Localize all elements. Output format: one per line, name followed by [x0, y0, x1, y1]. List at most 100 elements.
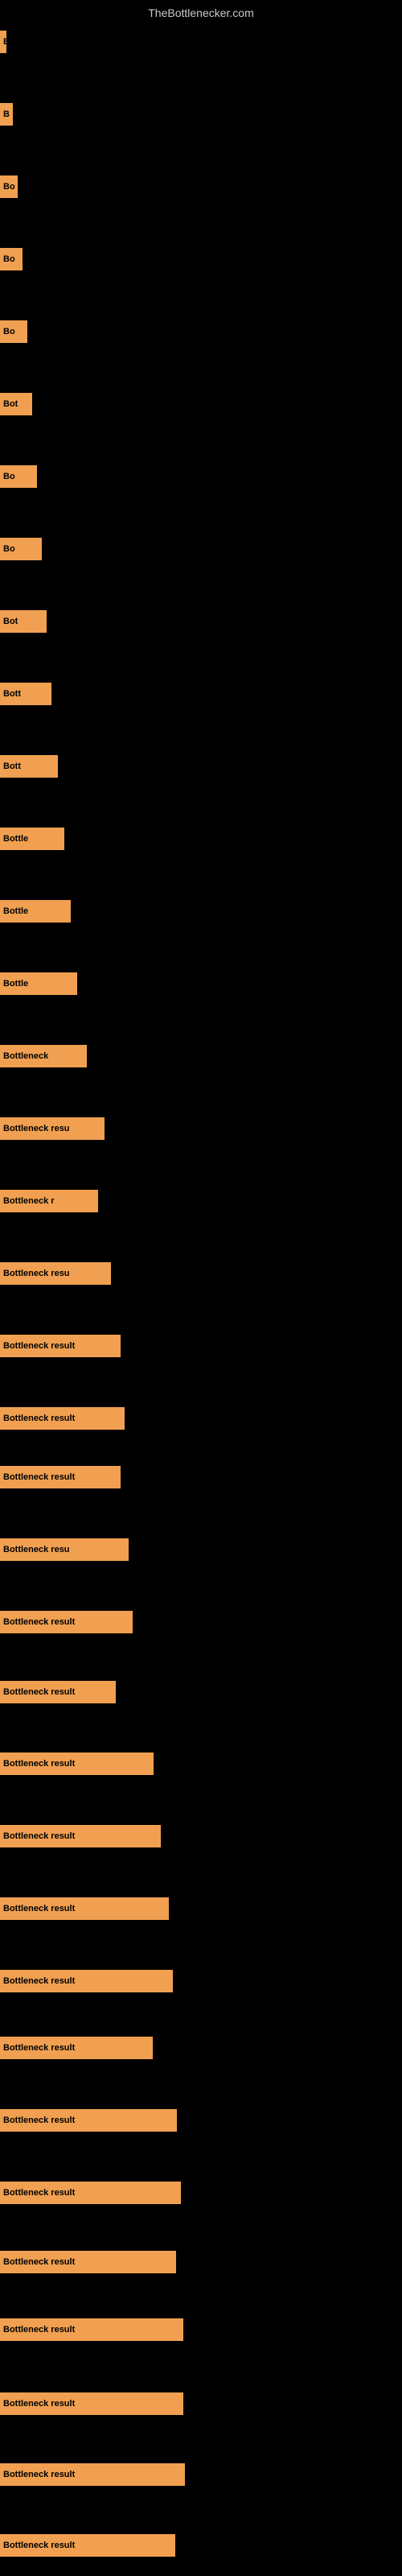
bar-fill-1: B — [0, 103, 13, 126]
bar-fill-8: Bot — [0, 610, 47, 633]
bar-label-18: Bottleneck result — [3, 1341, 75, 1351]
bar-row-28: Bottleneck result — [0, 2037, 153, 2059]
bar-row-21: Bottleneck resu — [0, 1538, 129, 1561]
bar-row-23: Bottleneck result — [0, 1681, 116, 1703]
bar-fill-11: Bottle — [0, 828, 64, 850]
bar-fill-7: Bo — [0, 538, 42, 560]
bar-fill-27: Bottleneck result — [0, 1970, 173, 1992]
bar-label-2: Bo — [3, 182, 15, 192]
bar-fill-4: Bo — [0, 320, 27, 343]
bar-fill-18: Bottleneck result — [0, 1335, 121, 1357]
bar-label-17: Bottleneck resu — [3, 1269, 70, 1278]
bar-row-3: Bo — [0, 248, 23, 270]
bar-fill-23: Bottleneck result — [0, 1681, 116, 1703]
bar-label-13: Bottle — [3, 979, 28, 989]
bar-fill-26: Bottleneck result — [0, 1897, 169, 1920]
bar-row-2: Bo — [0, 175, 18, 198]
bar-label-34: Bottleneck result — [3, 2470, 75, 2479]
bar-fill-3: Bo — [0, 248, 23, 270]
bar-row-25: Bottleneck result — [0, 1825, 161, 1847]
bar-row-6: Bo — [0, 465, 37, 488]
bar-label-16: Bottleneck r — [3, 1196, 55, 1206]
bar-label-0: B — [3, 37, 6, 47]
bar-row-26: Bottleneck result — [0, 1897, 169, 1920]
bar-row-20: Bottleneck result — [0, 1466, 121, 1488]
bar-row-19: Bottleneck result — [0, 1407, 125, 1430]
bar-fill-29: Bottleneck result — [0, 2109, 177, 2132]
bar-row-17: Bottleneck resu — [0, 1262, 111, 1285]
bar-row-0: B — [0, 31, 6, 53]
bar-fill-25: Bottleneck result — [0, 1825, 161, 1847]
bar-label-19: Bottleneck result — [3, 1414, 75, 1423]
bar-fill-9: Bott — [0, 683, 51, 705]
bar-label-35: Bottleneck result — [3, 2541, 75, 2550]
bar-label-32: Bottleneck result — [3, 2325, 75, 2334]
bar-label-21: Bottleneck resu — [3, 1545, 70, 1554]
bar-label-3: Bo — [3, 254, 15, 264]
bar-fill-34: Bottleneck result — [0, 2463, 185, 2486]
bar-fill-5: Bot — [0, 393, 32, 415]
bar-row-24: Bottleneck result — [0, 1752, 154, 1775]
bar-fill-6: Bo — [0, 465, 37, 488]
bar-fill-13: Bottle — [0, 972, 77, 995]
bar-row-12: Bottle — [0, 900, 71, 923]
site-title: TheBottlenecker.com — [0, 0, 402, 29]
bar-row-30: Bottleneck result — [0, 2182, 181, 2204]
bar-label-7: Bo — [3, 544, 15, 554]
bar-fill-21: Bottleneck resu — [0, 1538, 129, 1561]
bar-row-4: Bo — [0, 320, 27, 343]
bar-label-28: Bottleneck result — [3, 2043, 75, 2053]
bar-fill-28: Bottleneck result — [0, 2037, 153, 2059]
bar-row-1: B — [0, 103, 13, 126]
bar-row-31: Bottleneck result — [0, 2251, 176, 2273]
bar-label-15: Bottleneck resu — [3, 1124, 70, 1133]
bar-label-27: Bottleneck result — [3, 1976, 75, 1986]
bar-label-30: Bottleneck result — [3, 2188, 75, 2198]
bar-label-8: Bot — [3, 617, 18, 626]
bar-label-11: Bottle — [3, 834, 28, 844]
bar-fill-10: Bott — [0, 755, 58, 778]
bar-fill-24: Bottleneck result — [0, 1752, 154, 1775]
bar-row-29: Bottleneck result — [0, 2109, 177, 2132]
bar-fill-15: Bottleneck resu — [0, 1117, 105, 1140]
bar-row-34: Bottleneck result — [0, 2463, 185, 2486]
bar-row-16: Bottleneck r — [0, 1190, 98, 1212]
bar-label-6: Bo — [3, 472, 15, 481]
bar-row-18: Bottleneck result — [0, 1335, 121, 1357]
bar-label-10: Bott — [3, 762, 21, 771]
bar-fill-35: Bottleneck result — [0, 2534, 175, 2557]
bar-fill-32: Bottleneck result — [0, 2318, 183, 2341]
bar-fill-31: Bottleneck result — [0, 2251, 176, 2273]
bar-row-8: Bot — [0, 610, 47, 633]
bar-row-7: Bo — [0, 538, 42, 560]
bar-label-29: Bottleneck result — [3, 2116, 75, 2125]
bar-row-35: Bottleneck result — [0, 2534, 175, 2557]
bar-fill-17: Bottleneck resu — [0, 1262, 111, 1285]
bar-row-10: Bott — [0, 755, 58, 778]
bar-fill-16: Bottleneck r — [0, 1190, 98, 1212]
bar-fill-12: Bottle — [0, 900, 71, 923]
bar-fill-14: Bottleneck — [0, 1045, 87, 1067]
bar-label-25: Bottleneck result — [3, 1831, 75, 1841]
bar-row-33: Bottleneck result — [0, 2392, 183, 2415]
bar-row-5: Bot — [0, 393, 32, 415]
bar-row-27: Bottleneck result — [0, 1970, 173, 1992]
bar-row-22: Bottleneck result — [0, 1611, 133, 1633]
bar-fill-2: Bo — [0, 175, 18, 198]
bar-label-26: Bottleneck result — [3, 1904, 75, 1913]
bar-fill-20: Bottleneck result — [0, 1466, 121, 1488]
bar-label-33: Bottleneck result — [3, 2399, 75, 2409]
bar-row-14: Bottleneck — [0, 1045, 87, 1067]
bar-row-13: Bottle — [0, 972, 77, 995]
bar-row-11: Bottle — [0, 828, 64, 850]
bar-label-9: Bott — [3, 689, 21, 699]
bar-fill-33: Bottleneck result — [0, 2392, 183, 2415]
bar-label-31: Bottleneck result — [3, 2257, 75, 2267]
bar-fill-0: B — [0, 31, 6, 53]
bar-label-4: Bo — [3, 327, 15, 336]
bar-label-23: Bottleneck result — [3, 1687, 75, 1697]
bar-label-5: Bot — [3, 399, 18, 409]
bar-label-1: B — [3, 109, 10, 119]
bar-label-24: Bottleneck result — [3, 1759, 75, 1769]
bar-label-22: Bottleneck result — [3, 1617, 75, 1627]
